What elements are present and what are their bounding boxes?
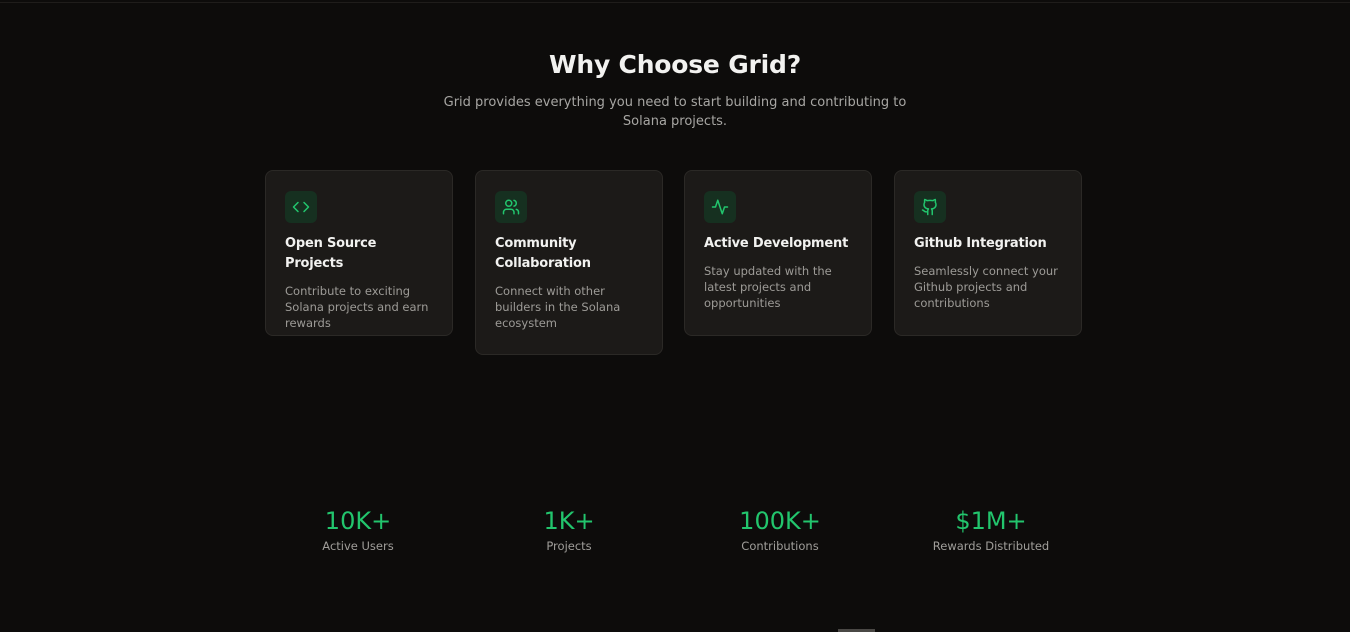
feature-title: Community Collaboration — [495, 236, 591, 271]
feature-icon-box — [285, 191, 317, 223]
section-heading: Why Choose Grid? — [548, 50, 802, 79]
stat-value: $1M+ — [955, 507, 1027, 535]
feature-title: Active Development — [704, 236, 849, 251]
stat-rewards: $1M+ Rewards Distributed — [891, 506, 1091, 553]
stat-value: 10K+ — [324, 507, 392, 535]
feature-icon-box — [704, 191, 736, 223]
page: Why Choose Grid? Grid provides everythin… — [0, 0, 1350, 632]
feature-card-github: Github Integration Seamlessly connect yo… — [894, 170, 1082, 336]
stat-value: 1K+ — [543, 507, 595, 535]
feature-card-open-source: Open Source Projects Contribute to excit… — [265, 170, 453, 336]
code-icon — [292, 201, 310, 213]
stat-value: 100K+ — [739, 507, 821, 535]
section-subheading: Grid provides everything you need to sta… — [443, 95, 907, 129]
activity-icon — [711, 199, 729, 215]
feature-card-community: Community Collaboration Connect with oth… — [475, 170, 663, 355]
feature-title: Open Source Projects — [285, 236, 377, 271]
feature-icon-box — [914, 191, 946, 223]
stat-label: Contributions — [741, 539, 819, 553]
stat-active-users: 10K+ Active Users — [258, 506, 458, 553]
feature-title: Github Integration — [914, 236, 1047, 251]
feature-description: Seamlessly connect your Github projects … — [914, 264, 1058, 310]
feature-icon-box — [495, 191, 527, 223]
stat-label: Active Users — [322, 539, 394, 553]
feature-card-active-development: Active Development Stay updated with the… — [684, 170, 872, 336]
top-divider — [0, 2, 1350, 3]
stat-projects: 1K+ Projects — [469, 506, 669, 553]
github-icon — [921, 198, 937, 216]
stat-label: Projects — [546, 539, 592, 553]
stat-label: Rewards Distributed — [932, 539, 1050, 553]
feature-description: Stay updated with the latest projects an… — [704, 264, 832, 310]
feature-description: Contribute to exciting Solana projects a… — [285, 284, 429, 330]
users-icon — [502, 199, 520, 215]
stat-contributions: 100K+ Contributions — [680, 506, 880, 553]
feature-description: Connect with other builders in the Solan… — [495, 284, 621, 330]
